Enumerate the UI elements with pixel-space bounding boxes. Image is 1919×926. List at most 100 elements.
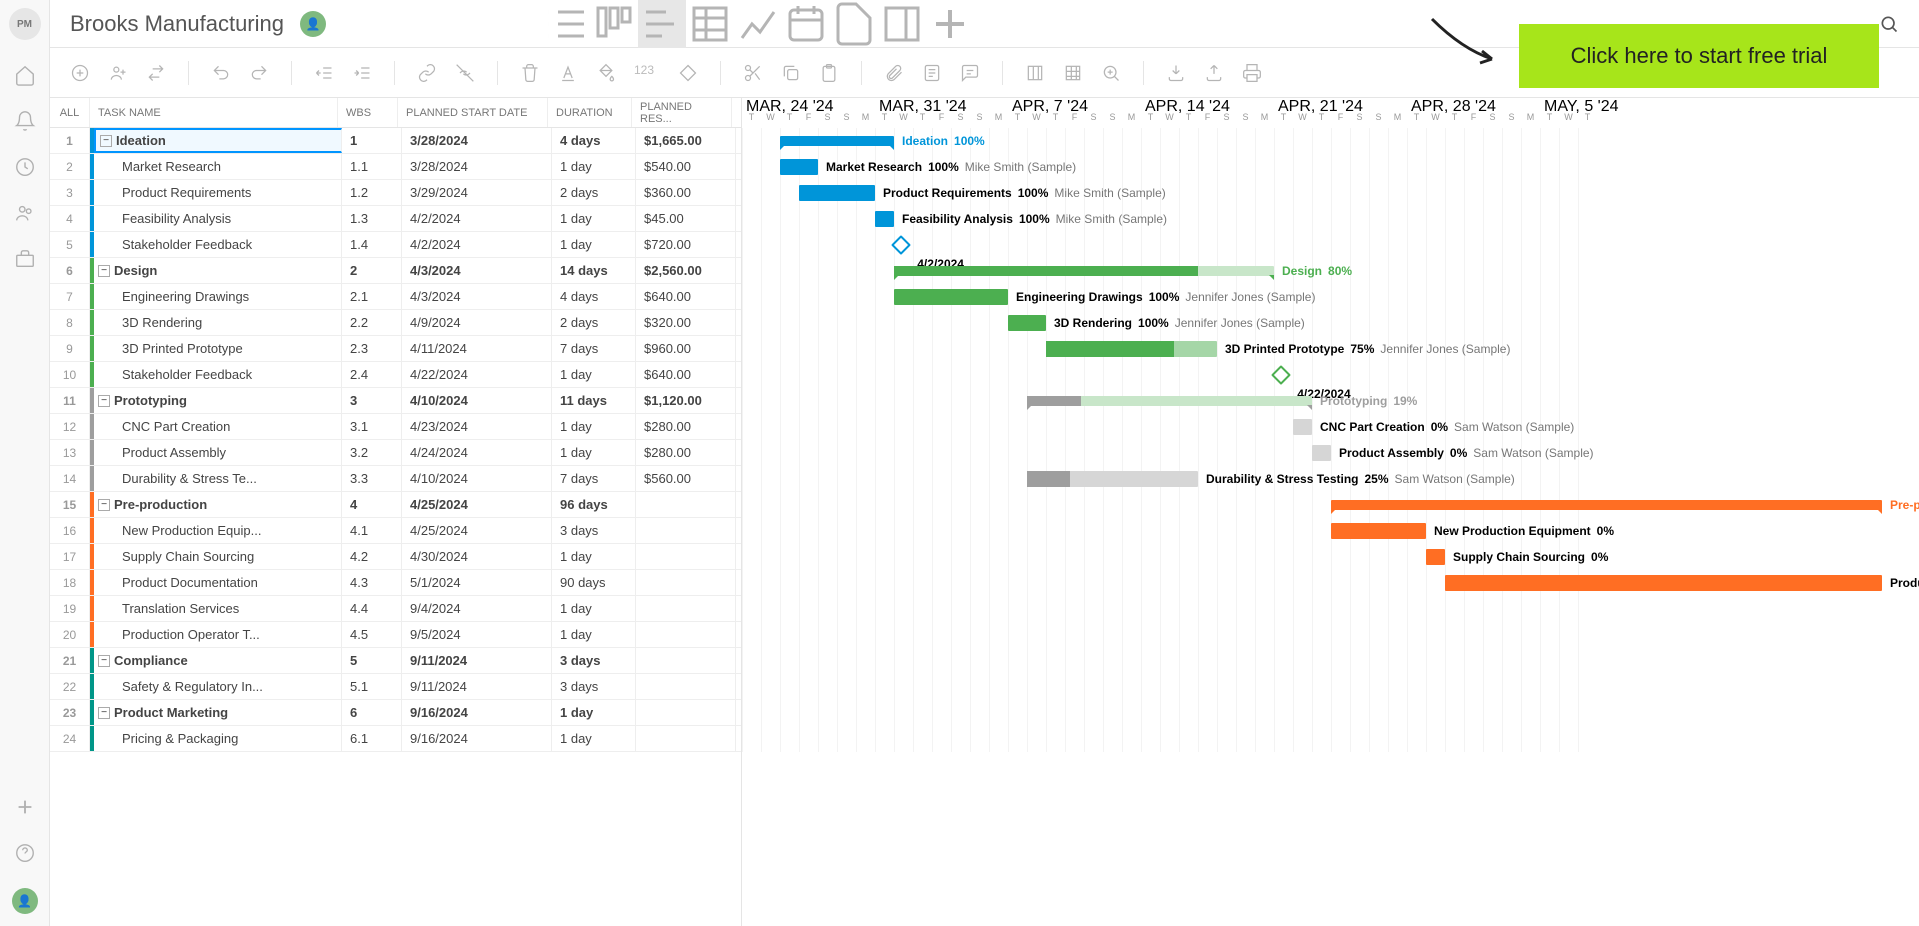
- task-name-cell[interactable]: − Pre-production: [94, 492, 342, 517]
- add-icon[interactable]: [14, 796, 36, 818]
- clock-icon[interactable]: [14, 156, 36, 178]
- indent-icon[interactable]: [352, 63, 372, 83]
- task-name-cell[interactable]: Product Assembly: [94, 440, 342, 465]
- task-name-cell[interactable]: Translation Services: [94, 596, 342, 621]
- duration-cell[interactable]: 1 day: [552, 544, 636, 569]
- summary-bar[interactable]: Ideation 100%: [780, 136, 894, 146]
- wbs-cell[interactable]: 2.3: [342, 336, 402, 361]
- resource-cell[interactable]: $45.00: [636, 206, 736, 231]
- task-row[interactable]: 18 Product Documentation 4.3 5/1/2024 90…: [50, 570, 741, 596]
- duration-cell[interactable]: 11 days: [552, 388, 636, 413]
- task-row[interactable]: 4 Feasibility Analysis 1.3 4/2/2024 1 da…: [50, 206, 741, 232]
- summary-bar[interactable]: Pre-production: [1331, 500, 1882, 510]
- resource-cell[interactable]: [636, 726, 736, 751]
- team-icon[interactable]: [14, 202, 36, 224]
- start-date-cell[interactable]: 5/1/2024: [402, 570, 552, 595]
- summary-bar[interactable]: Design 80%: [894, 266, 1274, 276]
- task-name-cell[interactable]: Engineering Drawings: [94, 284, 342, 309]
- task-name-cell[interactable]: − Design: [94, 258, 342, 283]
- link-icon[interactable]: [417, 63, 437, 83]
- swap-icon[interactable]: [146, 63, 166, 83]
- task-name-cell[interactable]: Feasibility Analysis: [94, 206, 342, 231]
- resource-cell[interactable]: $280.00: [636, 440, 736, 465]
- task-bar[interactable]: Engineering Drawings 100% Jennifer Jones…: [894, 289, 1008, 305]
- resource-cell[interactable]: $720.00: [636, 232, 736, 257]
- comment-icon[interactable]: [960, 63, 980, 83]
- resource-cell[interactable]: $1,665.00: [636, 128, 736, 153]
- copy-icon[interactable]: [781, 63, 801, 83]
- wbs-cell[interactable]: 4.4: [342, 596, 402, 621]
- bell-icon[interactable]: [14, 110, 36, 132]
- col-header-duration[interactable]: DURATION: [548, 98, 632, 127]
- grid-icon[interactable]: [1063, 63, 1083, 83]
- assign-icon[interactable]: [108, 63, 128, 83]
- paste-icon[interactable]: [819, 63, 839, 83]
- expand-toggle-icon[interactable]: −: [100, 135, 112, 147]
- task-bar[interactable]: CNC Part Creation 0% Sam Watson (Sample): [1293, 419, 1312, 435]
- wbs-cell[interactable]: 2.1: [342, 284, 402, 309]
- milestone-bar[interactable]: 4/2/2024: [891, 235, 911, 255]
- wbs-cell[interactable]: 5.1: [342, 674, 402, 699]
- start-date-cell[interactable]: 4/3/2024: [402, 284, 552, 309]
- wbs-cell[interactable]: 3.1: [342, 414, 402, 439]
- print-icon[interactable]: [1242, 63, 1262, 83]
- task-name-cell[interactable]: Stakeholder Feedback: [94, 232, 342, 257]
- search-icon[interactable]: [1879, 14, 1899, 34]
- add-view-tab[interactable]: [926, 0, 974, 48]
- task-name-cell[interactable]: − Compliance: [94, 648, 342, 673]
- duration-cell[interactable]: 2 days: [552, 180, 636, 205]
- gantt-view-tab[interactable]: [638, 0, 686, 48]
- duration-cell[interactable]: 2 days: [552, 310, 636, 335]
- start-date-cell[interactable]: 9/11/2024: [402, 674, 552, 699]
- task-bar[interactable]: Product Documentation: [1445, 575, 1882, 591]
- start-trial-button[interactable]: Click here to start free trial: [1519, 24, 1879, 88]
- wbs-cell[interactable]: 6.1: [342, 726, 402, 751]
- wbs-cell[interactable]: 1: [342, 128, 402, 153]
- duration-cell[interactable]: 4 days: [552, 128, 636, 153]
- expand-toggle-icon[interactable]: −: [98, 707, 110, 719]
- resource-cell[interactable]: [636, 648, 736, 673]
- task-row[interactable]: 23 − Product Marketing 6 9/16/2024 1 day: [50, 700, 741, 726]
- resource-cell[interactable]: [636, 518, 736, 543]
- chart-view-tab[interactable]: [734, 0, 782, 48]
- wbs-cell[interactable]: 1.4: [342, 232, 402, 257]
- expand-toggle-icon[interactable]: −: [98, 499, 110, 511]
- wbs-cell[interactable]: 3.2: [342, 440, 402, 465]
- undo-icon[interactable]: [211, 63, 231, 83]
- add-task-icon[interactable]: [70, 63, 90, 83]
- user-avatar[interactable]: 👤: [12, 888, 38, 914]
- help-icon[interactable]: [14, 842, 36, 864]
- start-date-cell[interactable]: 4/23/2024: [402, 414, 552, 439]
- wbs-cell[interactable]: 6: [342, 700, 402, 725]
- duration-cell[interactable]: 1 day: [552, 154, 636, 179]
- resource-cell[interactable]: $540.00: [636, 154, 736, 179]
- outdent-icon[interactable]: [314, 63, 334, 83]
- task-row[interactable]: 16 New Production Equip... 4.1 4/25/2024…: [50, 518, 741, 544]
- task-row[interactable]: 13 Product Assembly 3.2 4/24/2024 1 day …: [50, 440, 741, 466]
- resource-cell[interactable]: $640.00: [636, 284, 736, 309]
- board-view-tab[interactable]: [590, 0, 638, 48]
- duration-cell[interactable]: 1 day: [552, 232, 636, 257]
- duration-cell[interactable]: 1 day: [552, 622, 636, 647]
- task-row[interactable]: 2 Market Research 1.1 3/28/2024 1 day $5…: [50, 154, 741, 180]
- start-date-cell[interactable]: 4/24/2024: [402, 440, 552, 465]
- task-name-cell[interactable]: Market Research: [94, 154, 342, 179]
- wbs-cell[interactable]: 4.1: [342, 518, 402, 543]
- task-name-cell[interactable]: 3D Printed Prototype: [94, 336, 342, 361]
- task-row[interactable]: 3 Product Requirements 1.2 3/29/2024 2 d…: [50, 180, 741, 206]
- task-row[interactable]: 7 Engineering Drawings 2.1 4/3/2024 4 da…: [50, 284, 741, 310]
- task-name-cell[interactable]: Durability & Stress Te...: [94, 466, 342, 491]
- duration-cell[interactable]: 1 day: [552, 362, 636, 387]
- redo-icon[interactable]: [249, 63, 269, 83]
- duration-cell[interactable]: 3 days: [552, 648, 636, 673]
- start-date-cell[interactable]: 9/11/2024: [402, 648, 552, 673]
- resource-cell[interactable]: $640.00: [636, 362, 736, 387]
- duration-cell[interactable]: 4 days: [552, 284, 636, 309]
- resource-cell[interactable]: $320.00: [636, 310, 736, 335]
- duration-cell[interactable]: 1 day: [552, 596, 636, 621]
- duration-cell[interactable]: 1 day: [552, 726, 636, 751]
- task-row[interactable]: 5 Stakeholder Feedback 1.4 4/2/2024 1 da…: [50, 232, 741, 258]
- attachment-icon[interactable]: [884, 63, 904, 83]
- start-date-cell[interactable]: 4/22/2024: [402, 362, 552, 387]
- notes-icon[interactable]: [922, 63, 942, 83]
